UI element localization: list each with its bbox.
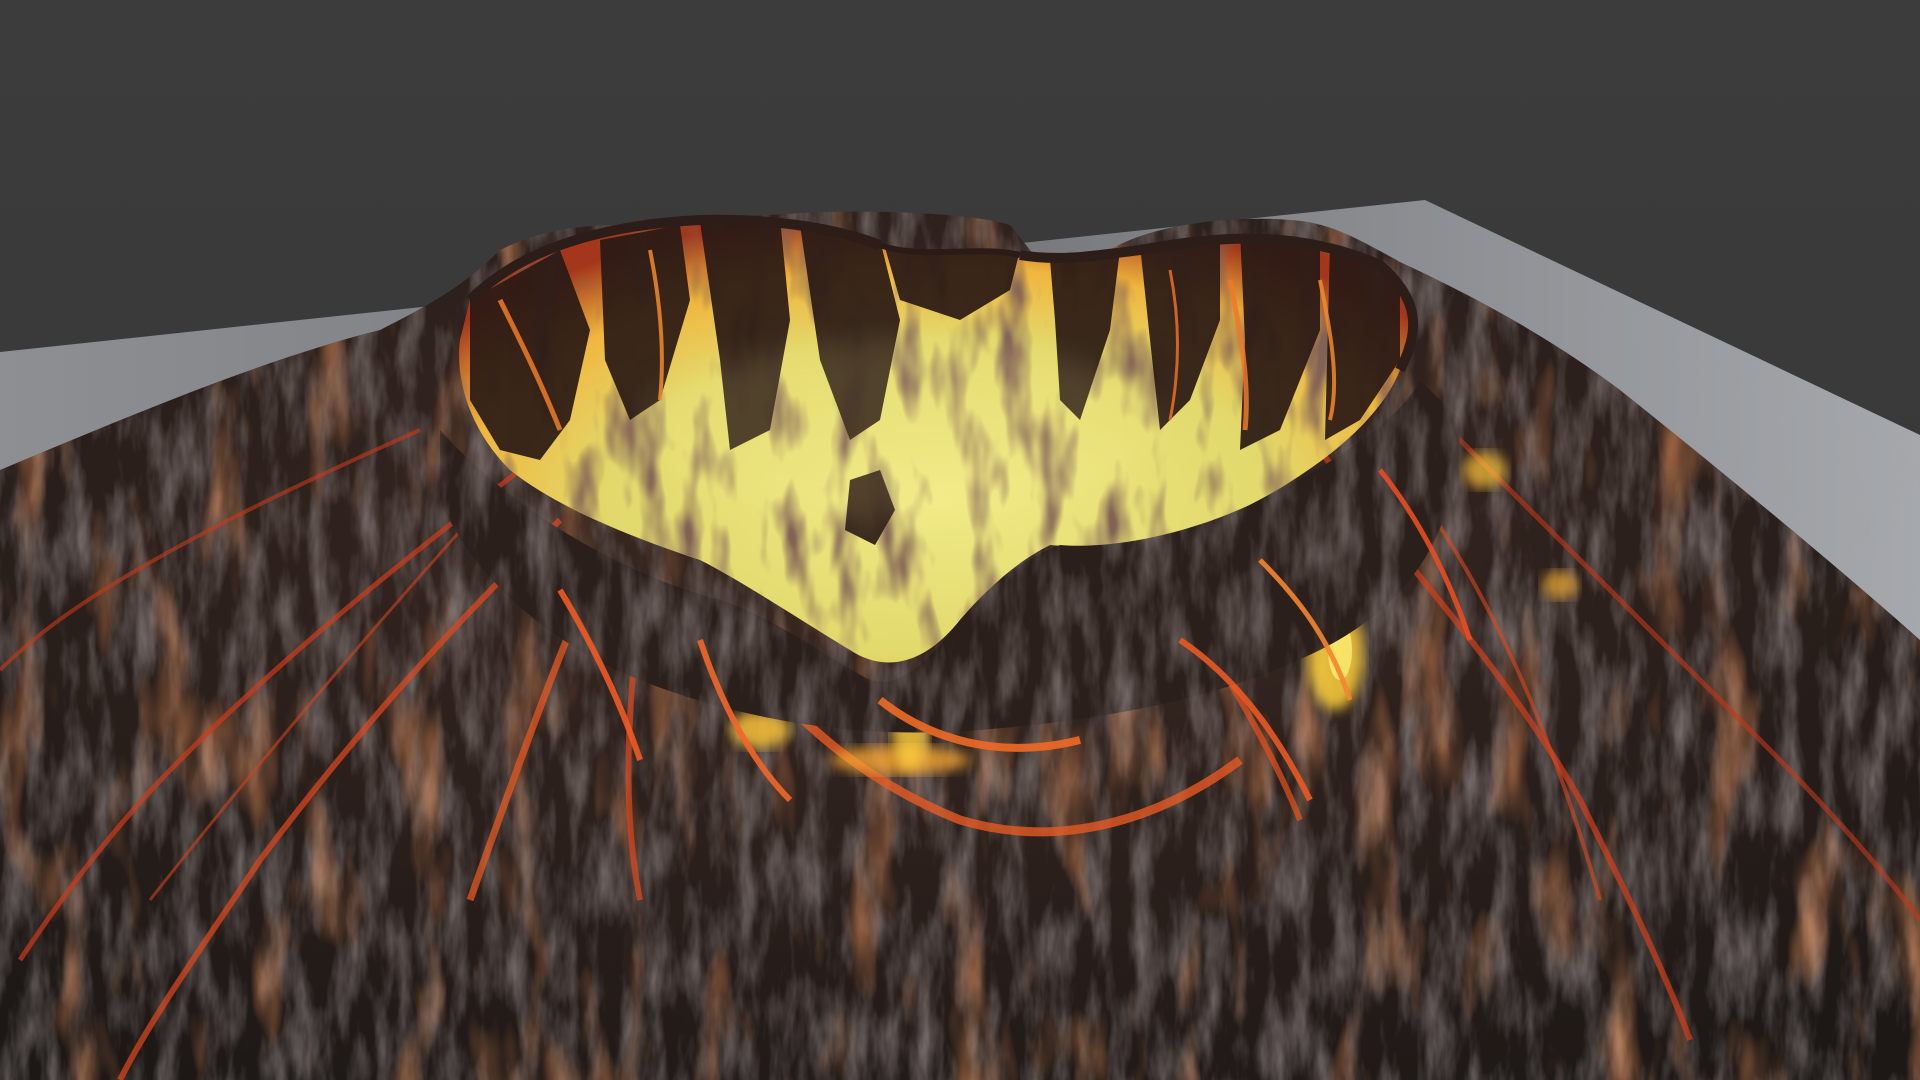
- volcano-scene: [0, 0, 1920, 1080]
- crater-glow: [640, 340, 1160, 520]
